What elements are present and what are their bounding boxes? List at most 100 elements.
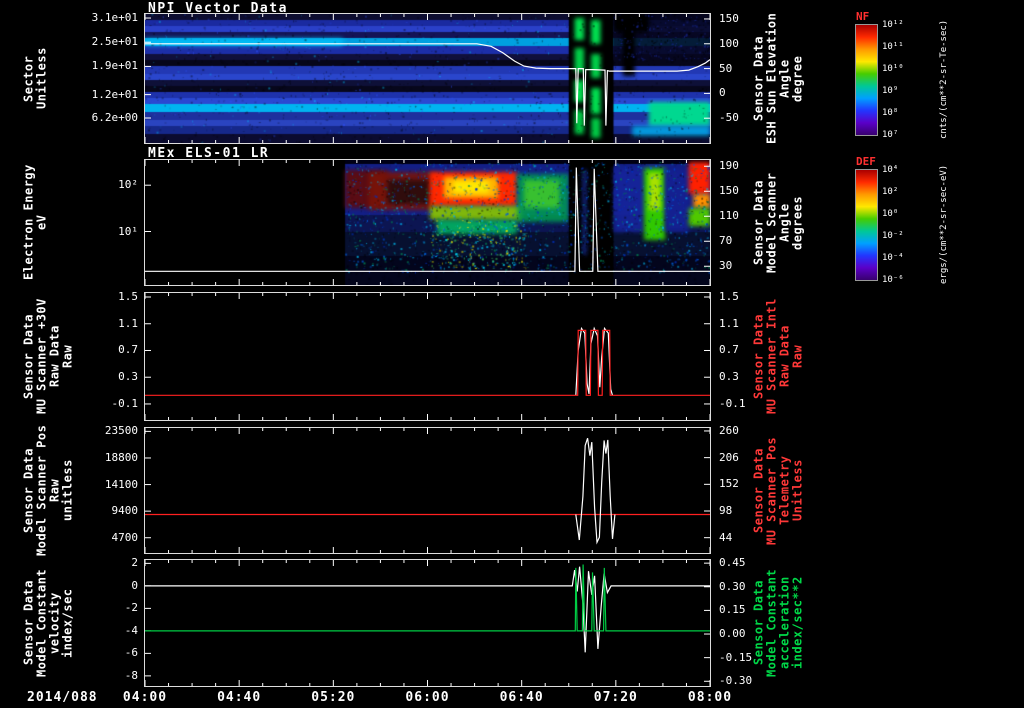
y-tick-label: -4: [124, 623, 138, 637]
y2-tick-label: 190: [719, 159, 739, 173]
y-tick-label: 2.5e+01: [91, 35, 138, 49]
x-tick-label: 05:20: [311, 690, 356, 705]
y-tick-label: 0.3: [118, 370, 138, 384]
axis-title-line: Model Scanner: [764, 172, 779, 273]
colorbar-tick-label: 10⁻²: [882, 231, 904, 241]
time-axis-labels: 04:00 04:40 05:20 06:00 06:40 07:20 08:00: [0, 690, 1024, 706]
mu-scanner-30v-raw-line: [145, 329, 710, 396]
y-tick-label: 1.5: [118, 290, 138, 304]
axis-title-line: Model Scanner Pos: [34, 424, 49, 557]
axis-title-line: Raw Data: [777, 325, 792, 388]
y-tick-label: 18800: [104, 450, 138, 464]
model-constant-acceleration-line: [145, 564, 710, 632]
y2-tick-label: 0.45: [719, 556, 746, 570]
y-tick-label: 10²: [118, 178, 138, 192]
colorbar-tick-label: 10⁴: [882, 165, 899, 175]
colorbar-nf: NF 10¹² 10¹¹ 10¹⁰ 10⁹ 10⁸ 10⁷ cnts/(cm**2-sr-…: [855, 10, 990, 144]
colorbar-nf-gradient: [855, 24, 878, 136]
line-panel-scanner-pos: [144, 427, 711, 554]
y2-tick-label: 0: [719, 86, 726, 100]
axis-title-line: Sensor Data: [751, 314, 766, 399]
axis-title-line: Sensor Data: [751, 36, 766, 121]
scanner-pos-right-axis-title: Sensor Data MU Scanner Pos Telemetry Unitle…: [752, 428, 805, 553]
y2-tick-label: 100: [719, 36, 739, 50]
esh-sun-elevation-line: [145, 43, 710, 126]
y-tick-label: 0.7: [118, 343, 138, 357]
colorbar-tick-label: 10⁷: [882, 130, 899, 140]
y-tick-label: 1.9e+01: [91, 59, 138, 73]
colorbar-tick-label: 10¹⁰: [882, 64, 904, 74]
axis-title-line: Angle: [777, 203, 792, 242]
npi-right-axis-title: Sensor Data ESH Sun Elevation Angle degree: [751, 12, 805, 145]
y2-tick-label: 150: [719, 184, 739, 198]
y-tick-label: 4700: [111, 530, 139, 544]
y2-tick-label: -0.30: [719, 674, 753, 688]
y-tick-label: 2: [131, 556, 138, 570]
els-left-axis-title: Electron Energy eV: [21, 160, 49, 285]
axis-title-line: degree: [790, 55, 805, 102]
axis-title-line: Sensor Data: [751, 580, 766, 666]
mu-scanner-pos-telemetry-line: [575, 438, 616, 545]
axis-title-line: Sector: [21, 55, 36, 102]
y-tick-label: 1.2e+01: [91, 87, 138, 101]
y-tick-label: -8: [124, 668, 138, 682]
x-tick-label: 06:40: [499, 690, 544, 705]
y2-tick-label: 110: [719, 209, 739, 223]
x-tick-label: 06:00: [405, 690, 450, 705]
y-tick-label: 10¹: [118, 224, 138, 238]
axis-title-line: Raw: [790, 344, 805, 369]
y-tick-label: 9400: [111, 504, 139, 518]
y2-tick-label: 50: [719, 61, 733, 75]
colorbar-def-ticks: 10⁴ 10² 10⁰ 10⁻² 10⁻⁴ 10⁻⁶: [882, 165, 928, 285]
colorbar-tick-label: 10²: [882, 187, 899, 197]
scanner-pos-plot: [145, 428, 710, 553]
x-tick-label: 04:00: [122, 690, 168, 705]
axis-title-line: Electron Energy: [21, 164, 36, 281]
npi-left-axis-ticks: 3.1e+01 2.5e+01 1.9e+01 1.2e+01 6.2e+00: [56, 12, 142, 143]
axis-title-line: Raw Data: [47, 325, 62, 388]
model-constant-right-axis-title: Sensor Data Model Constant acceleration ind…: [751, 560, 805, 686]
y2-tick-label: -0.15: [719, 650, 753, 664]
scanner-pos-left-axis-title: Sensor Data Model Scanner Pos Raw unitless: [22, 424, 75, 557]
axis-title-line: Unitless: [34, 47, 49, 110]
els-right-axis-title: Sensor Data Model Scanner Angle degrees: [752, 160, 805, 285]
axis-title-line: degrees: [790, 195, 805, 250]
y-tick-label: 14100: [104, 477, 138, 491]
y2-tick-label: 0.15: [719, 603, 746, 617]
axis-title-line: index/sec**2: [790, 576, 805, 670]
x-tick-label: 04:40: [217, 690, 262, 705]
y-tick-label: -0.1: [111, 396, 139, 410]
y-tick-label: 6.2e+00: [91, 111, 138, 124]
npi-left-axis-title: Sector Unitless: [21, 14, 49, 143]
npi-overlay-plot: [145, 14, 710, 143]
model-constant-plot: [145, 560, 710, 686]
axis-title-line: ESH Sun Elevation: [764, 12, 779, 145]
mu-scanner-right-axis-title: Sensor Data MU Scanner Intl Raw Data Raw: [751, 293, 805, 420]
y2-tick-label: 44: [719, 530, 733, 544]
y2-tick-label: 30: [719, 259, 733, 273]
mu-scanner-left-axis-title: Sensor Data MU Scanner +30V Raw Data Raw: [22, 293, 75, 420]
axis-title-line: eV: [34, 214, 49, 231]
colorbar-tick-label: 10⁻⁴: [882, 253, 904, 263]
colorbar-nf-label: NF: [856, 10, 870, 23]
x-tick-label: 08:00: [687, 690, 733, 705]
axis-title-line: Model Constant: [34, 568, 49, 678]
axis-title-line: Raw: [47, 478, 62, 503]
model-constant-velocity-line: [145, 566, 710, 653]
axis-title-line: MU Scanner +30V: [34, 298, 49, 415]
y2-tick-label: 1.1: [719, 316, 739, 330]
tplot-page: NPI Vector Data MEx ELS-01 LR 3.1e+01 2.5…: [0, 0, 1024, 708]
colorbar-def-gradient: [855, 169, 878, 281]
els-left-axis-ticks: 10² 10¹: [56, 160, 142, 285]
y2-tick-label: 0.7: [719, 343, 739, 357]
colorbar-nf-units: cnts/(cm**2-sr-Te-sec): [939, 19, 949, 139]
y2-tick-label: 0.00: [719, 627, 746, 641]
y2-tick-label: 0.30: [719, 579, 746, 593]
axis-title-line: unitless: [60, 459, 75, 522]
axis-title-line: MU Scanner Pos: [764, 436, 779, 545]
colorbar-def-label: DEF: [856, 155, 876, 168]
y2-tick-label: -50: [719, 111, 739, 125]
y2-tick-label: 0.3: [719, 370, 739, 384]
x-tick-label: 07:20: [593, 690, 638, 705]
model-scanner-angle-line: [145, 167, 710, 272]
